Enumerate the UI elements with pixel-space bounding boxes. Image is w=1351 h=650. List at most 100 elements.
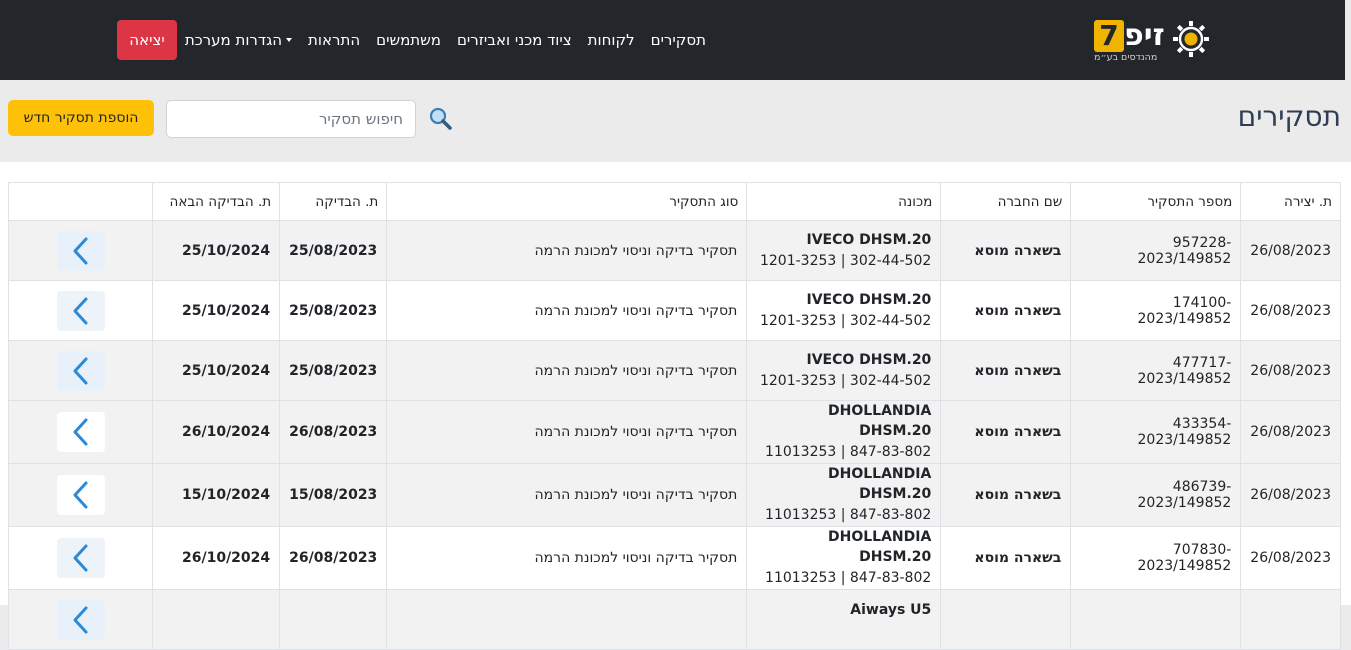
cell-report-type: תסקיר בדיקה וניסוי למכונת הרמה xyxy=(386,400,748,464)
column-header-created[interactable]: ת. יצירה xyxy=(1240,182,1341,221)
nav-link-system-settings-label: הגדרות מערכת xyxy=(184,31,283,49)
cell-created xyxy=(1240,589,1341,650)
cell-created: 26/08/2023 xyxy=(1240,463,1341,527)
cell-next-test-date: 25/10/2024 xyxy=(152,340,281,401)
cell-test-date: 26/08/2023 xyxy=(279,526,388,590)
logo-badge: 7 xyxy=(1094,20,1124,52)
table-row[interactable]: Aiways U5 xyxy=(7,589,1341,650)
cell-test-date xyxy=(279,589,388,650)
cell-action xyxy=(7,400,154,464)
table-row[interactable]: 26/08/2023 477717-2023/149852 בשארה מוסא… xyxy=(7,340,1341,401)
table-row[interactable]: 26/08/2023 707830-2023/149852 בשארה מוסא… xyxy=(7,526,1341,590)
cell-test-date: 26/08/2023 xyxy=(279,400,388,464)
page-header: תסקירים הוספת תסקיר חדש xyxy=(0,80,1351,162)
column-header-report-type[interactable]: סוג התסקיר xyxy=(386,182,748,221)
page-title: תסקירים xyxy=(1237,100,1341,133)
cell-company xyxy=(940,589,1072,650)
machine-name: DHOLLANDIA DHSM.20 xyxy=(827,529,932,565)
column-header-company[interactable]: שם החברה xyxy=(940,182,1072,221)
reports-table: ת. יצירה מספר התסקיר שם החברה מכונה סוג … xyxy=(7,182,1341,650)
nav-link-alerts[interactable]: התראות xyxy=(300,31,368,49)
open-report-button[interactable] xyxy=(56,538,105,578)
cell-report-number xyxy=(1070,589,1242,650)
cell-action xyxy=(7,280,154,341)
search-input[interactable] xyxy=(166,100,416,138)
table-row[interactable]: 26/08/2023 957228-2023/149852 בשארה מוסא… xyxy=(7,220,1341,281)
nav-link-equipment[interactable]: ציוד מכני ואביזרים xyxy=(449,31,580,49)
machine-name: DHOLLANDIA DHSM.20 xyxy=(827,466,932,502)
open-report-button[interactable] xyxy=(56,412,105,452)
column-header-report-number[interactable]: מספר התסקיר xyxy=(1070,182,1242,221)
machine-identifiers: 847-83-802 | 11013253 xyxy=(765,444,932,460)
cell-machine: IVECO DHSM.20 302-44-502 | 1201-3253 xyxy=(746,220,942,281)
cell-machine: DHOLLANDIA DHSM.20 847-83-802 | 11013253 xyxy=(746,400,942,464)
nav-link-customers[interactable]: לקוחות xyxy=(580,31,643,49)
cell-machine: IVECO DHSM.20 302-44-502 | 1201-3253 xyxy=(746,280,942,341)
column-header-next-test-date[interactable]: ת. הבדיקה הבאה xyxy=(152,182,281,221)
machine-identifiers: 302-44-502 | 1201-3253 xyxy=(759,372,932,389)
gear-icon xyxy=(1173,21,1209,57)
cell-company: בשארה מוסא xyxy=(940,463,1072,527)
cell-created: 26/08/2023 xyxy=(1240,280,1341,341)
open-report-button[interactable] xyxy=(56,230,105,271)
cell-action xyxy=(7,220,154,281)
nav-link-system-settings[interactable]: הגדרות מערכת xyxy=(177,31,300,49)
cell-company: בשארה מוסא xyxy=(940,220,1072,281)
search-icon[interactable] xyxy=(428,106,454,132)
nav-link-reports[interactable]: תסקירים xyxy=(643,31,714,49)
cell-test-date: 25/08/2023 xyxy=(279,280,388,341)
cell-action xyxy=(7,463,154,527)
cell-report-type: תסקיר בדיקה וניסוי למכונת הרמה xyxy=(386,463,748,527)
nav-link-users[interactable]: משתמשים xyxy=(368,31,449,49)
open-report-button[interactable] xyxy=(56,600,105,640)
cell-report-number: 174100-2023/149852 xyxy=(1070,280,1242,341)
main-nav: תסקירים לקוחות ציוד מכני ואביזרים משתמשי… xyxy=(177,0,714,80)
chevron-left-icon xyxy=(73,544,88,572)
table-row[interactable]: 26/08/2023 433354-2023/149852 בשארה מוסא… xyxy=(7,400,1341,464)
cell-report-type: תסקיר בדיקה וניסוי למכונת הרמה xyxy=(386,220,748,281)
cell-company: בשארה מוסא xyxy=(940,400,1072,464)
chevron-left-icon xyxy=(73,357,88,384)
cell-report-number: 433354-2023/149852 xyxy=(1070,400,1242,464)
cell-company: בשארה מוסא xyxy=(940,280,1072,341)
brand-logo[interactable]: 7 זיפ מהנדסים בע״מ xyxy=(1092,16,1214,66)
open-report-button[interactable] xyxy=(56,350,105,391)
chevron-left-icon xyxy=(73,481,88,509)
open-report-button[interactable] xyxy=(56,290,105,331)
cell-action xyxy=(7,526,154,590)
cell-created: 26/08/2023 xyxy=(1240,340,1341,401)
column-header-test-date[interactable]: ת. הבדיקה xyxy=(279,182,388,221)
table-row[interactable]: 26/08/2023 486739-2023/149852 בשארה מוסא… xyxy=(7,463,1341,527)
cell-machine: IVECO DHSM.20 302-44-502 | 1201-3253 xyxy=(746,340,942,401)
cell-report-type xyxy=(386,589,748,650)
cell-machine: DHOLLANDIA DHSM.20 847-83-802 | 11013253 xyxy=(746,463,942,527)
chevron-left-icon xyxy=(73,418,88,446)
chevron-left-icon xyxy=(73,237,88,264)
top-navbar: 7 זיפ מהנדסים בע״מ תסקירים לקוחות ציוד מ… xyxy=(0,0,1345,80)
reports-panel: ת. יצירה מספר התסקיר שם החברה מכונה סוג … xyxy=(0,162,1351,650)
chevron-left-icon xyxy=(73,606,88,634)
machine-identifiers: 302-44-502 | 1201-3253 xyxy=(759,252,932,269)
open-report-button[interactable] xyxy=(56,475,105,515)
machine-identifiers: 847-83-802 | 11013253 xyxy=(765,507,932,523)
column-header-machine[interactable]: מכונה xyxy=(746,182,942,221)
cell-next-test-date: 26/10/2024 xyxy=(152,526,281,590)
cell-action xyxy=(7,589,154,650)
cell-next-test-date: 26/10/2024 xyxy=(152,400,281,464)
column-header-actions xyxy=(7,182,154,221)
machine-name: IVECO DHSM.20 xyxy=(806,231,932,248)
cell-test-date: 25/08/2023 xyxy=(279,340,388,401)
logo-word: זיפ xyxy=(1124,18,1165,53)
cell-next-test-date: 15/10/2024 xyxy=(152,463,281,527)
add-report-button[interactable]: הוספת תסקיר חדש xyxy=(8,100,154,136)
logout-button[interactable]: יציאה xyxy=(117,20,177,60)
machine-identifiers: 302-44-502 | 1201-3253 xyxy=(759,312,932,329)
cell-report-number: 486739-2023/149852 xyxy=(1070,463,1242,527)
machine-name: IVECO DHSM.20 xyxy=(806,291,932,308)
table-row[interactable]: 26/08/2023 174100-2023/149852 בשארה מוסא… xyxy=(7,280,1341,341)
cell-machine: Aiways U5 xyxy=(746,589,942,650)
cell-next-test-date: 25/10/2024 xyxy=(152,280,281,341)
caret-down-icon xyxy=(286,38,293,42)
table-header-row: ת. יצירה מספר התסקיר שם החברה מכונה סוג … xyxy=(7,182,1341,221)
machine-name: DHOLLANDIA DHSM.20 xyxy=(827,403,932,439)
